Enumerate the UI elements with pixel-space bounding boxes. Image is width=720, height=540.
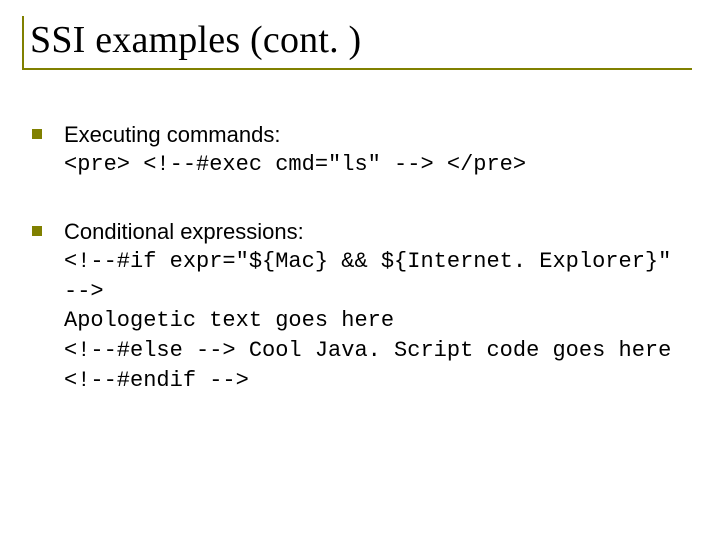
item-code: <pre> <!--#exec cmd="ls" --> </pre>	[64, 150, 692, 180]
list-item-content: Executing commands: <pre> <!--#exec cmd=…	[64, 120, 692, 179]
item-lead: Executing commands:	[64, 122, 280, 147]
list-item: Conditional expressions: <!--#if expr="$…	[32, 217, 692, 395]
list-item: Executing commands: <pre> <!--#exec cmd=…	[32, 120, 692, 179]
square-bullet-icon	[32, 129, 42, 139]
list-item-content: Conditional expressions: <!--#if expr="$…	[64, 217, 692, 395]
slide: SSI examples (cont. ) Executing commands…	[0, 0, 720, 540]
slide-title: SSI examples (cont. )	[30, 18, 692, 62]
square-bullet-icon	[32, 226, 42, 236]
item-code: <!--#if expr="${Mac} && ${Internet. Expl…	[64, 247, 692, 395]
item-lead: Conditional expressions:	[64, 219, 304, 244]
title-underline: SSI examples (cont. )	[22, 16, 692, 70]
slide-body: Executing commands: <pre> <!--#exec cmd=…	[28, 120, 692, 396]
